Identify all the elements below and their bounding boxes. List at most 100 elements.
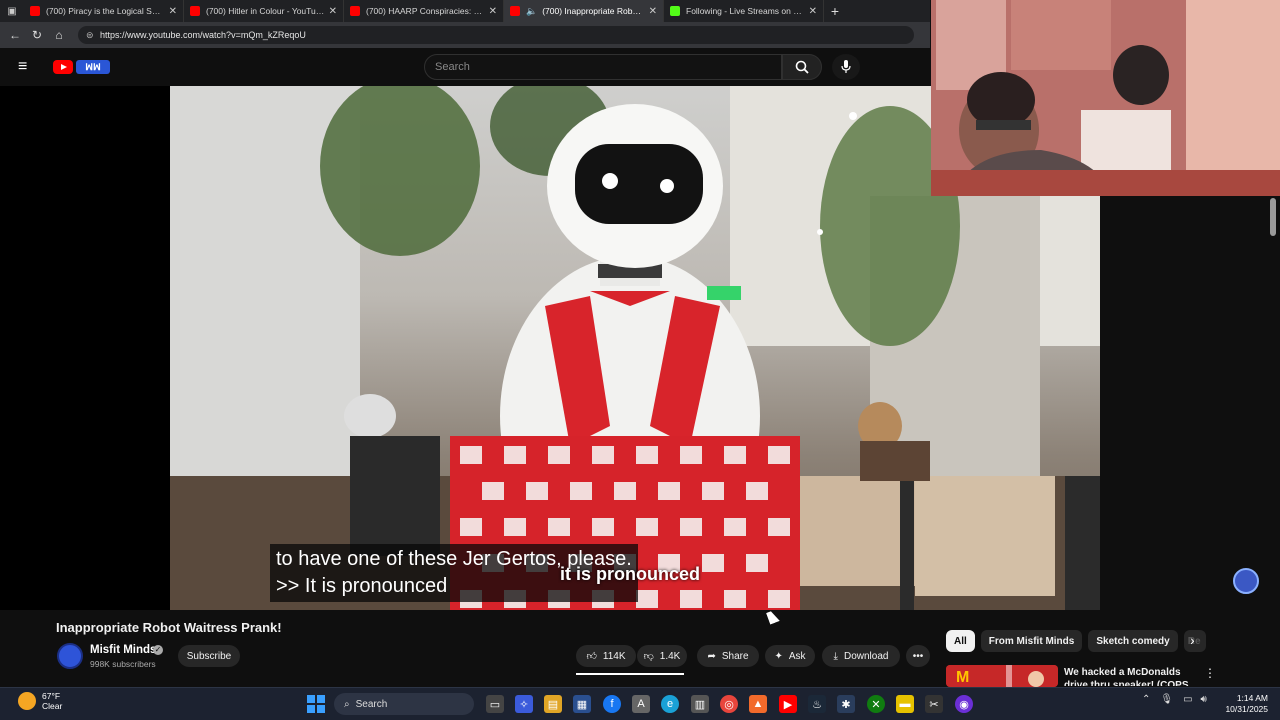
close-icon[interactable]: ✕ (809, 6, 817, 17)
steam-icon[interactable]: ♨ (808, 695, 826, 713)
snipping-tool-icon[interactable]: ✂ (925, 695, 943, 713)
tab-piracy[interactable]: (700) Piracy is the Logical Solutio ✕ (24, 0, 184, 22)
verified-icon: ✓ (153, 645, 163, 655)
search-button[interactable] (782, 54, 822, 80)
chip-sketch-comedy[interactable]: Sketch comedy (1088, 630, 1178, 652)
address-bar[interactable]: ⊜ https://www.youtube.com/watch?v=mQm_kZ… (78, 26, 914, 44)
taskbar-search-label: Search (355, 698, 388, 710)
file-explorer-icon[interactable]: ▤ (544, 695, 562, 713)
recommendation-title[interactable]: We hacked a McDonalds drive thru speaker… (1064, 666, 1204, 686)
youtube-icon (190, 6, 200, 16)
tab-title: Following - Live Streams on Kick (686, 6, 805, 16)
back-icon[interactable]: ← (4, 28, 26, 42)
tab-title: (700) Inappropriate Robot W (542, 6, 645, 16)
channel-name[interactable]: Misfit Minds (90, 644, 156, 656)
weather-icon (18, 692, 36, 710)
hamburger-menu-icon[interactable]: ≡ (18, 58, 38, 76)
share-button[interactable]: ➦ Share (697, 645, 759, 667)
weather-condition: Clear (42, 701, 63, 711)
copilot-icon[interactable]: ✧ (515, 695, 533, 713)
microphone-icon[interactable]: 🎙︎ (1160, 694, 1173, 705)
volume-icon[interactable]: 🔊︎ (1201, 694, 1207, 705)
tab-robot-waitress[interactable]: 🔈 (700) Inappropriate Robot W ✕ (504, 0, 664, 22)
close-icon[interactable]: ✕ (649, 6, 657, 17)
video-title: Inappropriate Robot Waitress Prank! (56, 620, 282, 635)
temperature: 67°F (42, 691, 61, 701)
like-button[interactable]: 👍︎ 114K (576, 645, 636, 667)
share-icon: ➦ (707, 650, 716, 662)
webcam-scene (931, 0, 1280, 196)
chrome-icon[interactable]: ◎ (720, 695, 738, 713)
search-icon: ⌕ (344, 698, 350, 710)
xbox-icon[interactable]: ✕ (867, 695, 885, 713)
dislike-button[interactable]: 👎︎ 1.4K (637, 645, 687, 667)
filter-chips: All From Misfit Minds Sketch comedy Re (946, 630, 1212, 652)
microphone-icon (841, 60, 851, 73)
site-info-icon[interactable]: ⊜ (86, 30, 100, 41)
search-icon (795, 60, 809, 74)
tab-haarp[interactable]: (700) HAARP Conspiracies: Was T ✕ (344, 0, 504, 22)
time: 1:14 AM (1236, 693, 1268, 703)
channel-watermark[interactable] (1233, 568, 1259, 594)
page-scrollbar[interactable] (1268, 196, 1276, 610)
taskbar-search[interactable]: ⌕ Search (334, 693, 474, 715)
subscriber-count: 998K subscribers (90, 659, 156, 669)
burned-in-caption: it is pronounced (560, 564, 701, 584)
download-button[interactable]: ⤓ Download (822, 645, 900, 667)
app-icon[interactable]: ✱ (837, 695, 855, 713)
chip-all[interactable]: All (946, 630, 975, 652)
like-ratio-bar (576, 673, 684, 675)
system-tray: ⌃ 🎙︎ ▭ 🔊︎ (1142, 694, 1207, 705)
tab-kick-following[interactable]: Following - Live Streams on Kick ✕ (664, 0, 824, 22)
more-actions-button[interactable]: ••• (906, 645, 930, 667)
chevron-up-icon[interactable]: ⌃ (1142, 694, 1150, 705)
task-view-icon[interactable]: ▭ (486, 695, 504, 713)
close-icon[interactable]: ✕ (169, 6, 177, 17)
voice-search-button[interactable] (832, 54, 860, 80)
download-icon: ⤓ (833, 650, 838, 662)
app-icon[interactable]: A (632, 695, 650, 713)
close-icon[interactable]: ✕ (489, 6, 497, 17)
speaker-icon[interactable]: 🔈 (526, 6, 537, 17)
sparkle-icon: ✦ (774, 650, 783, 662)
logo-doodle: ꟽꟽ (76, 60, 110, 74)
tab-strip: ▣ (700) Piracy is the Logical Solutio ✕ … (0, 0, 930, 22)
youtube-logo[interactable]: ꟽꟽ (53, 60, 110, 74)
chevron-right-icon[interactable]: › (1190, 632, 1195, 648)
scrollbar-thumb[interactable] (1270, 198, 1276, 236)
new-tab-button[interactable]: + (824, 3, 846, 19)
store-icon[interactable]: ▦ (573, 695, 591, 713)
search-input[interactable]: Search (424, 54, 782, 80)
obs-icon[interactable]: ◉ (955, 695, 973, 713)
home-icon[interactable]: ⌂ (48, 28, 70, 42)
edge-icon[interactable]: e (661, 695, 679, 713)
facebook-icon[interactable]: f (603, 695, 621, 713)
tab-hitler-colour[interactable]: (700) Hitler in Colour - YouTube ✕ (184, 0, 344, 22)
youtube-icon[interactable]: ▶ (779, 695, 797, 713)
thumbnail-image: M (946, 665, 1058, 687)
channel-avatar[interactable] (57, 643, 83, 669)
youtube-icon (53, 60, 73, 74)
thumbs-up-icon: 👍︎ (586, 651, 597, 662)
svg-text:M: M (956, 669, 969, 686)
clock[interactable]: 1:14 AM 10/31/2025 (1222, 693, 1268, 715)
navigation-bar: ← ↻ ⌂ ⊜ https://www.youtube.com/watch?v=… (0, 22, 930, 48)
weather-widget[interactable]: 67°F Clear (18, 691, 62, 711)
subscribe-button[interactable]: Subscribe (178, 645, 240, 667)
download-label: Download (843, 650, 889, 662)
calculator-icon[interactable]: ▥ (691, 695, 709, 713)
more-vert-icon[interactable]: ⋮ (1204, 666, 1216, 680)
chip-from-channel[interactable]: From Misfit Minds (980, 630, 1083, 652)
notes-icon[interactable]: ▬ (896, 695, 914, 713)
kick-icon (670, 6, 680, 16)
youtube-icon (30, 6, 40, 16)
vlc-icon[interactable]: ▲ (749, 695, 767, 713)
recommendation-thumbnail[interactable]: M (946, 665, 1058, 687)
ask-button[interactable]: ✦ Ask (765, 645, 815, 667)
tab-title: (700) Piracy is the Logical Solutio (46, 6, 165, 16)
windows-start-icon[interactable] (307, 695, 325, 713)
reload-icon[interactable]: ↻ (26, 28, 48, 42)
network-icon[interactable]: ▭ (1183, 694, 1192, 705)
close-icon[interactable]: ✕ (329, 6, 337, 17)
window-menu-icon[interactable]: ▣ (0, 0, 24, 22)
